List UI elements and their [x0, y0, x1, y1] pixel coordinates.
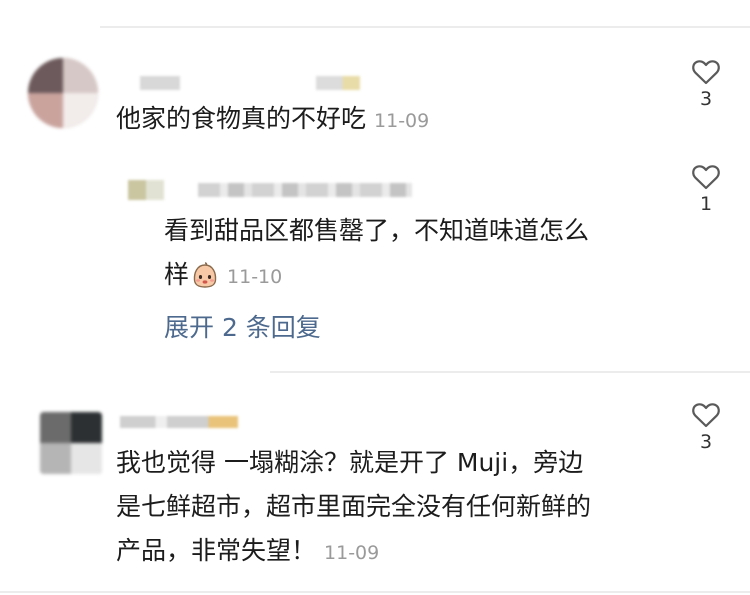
avatar[interactable] [40, 412, 102, 474]
comment-divider [270, 371, 750, 373]
username-blurred [316, 76, 360, 90]
like-count: 3 [699, 88, 713, 110]
comment-text: 他家的食物真的不好吃 11-09 [116, 97, 429, 143]
like-button[interactable]: 3 [686, 58, 726, 110]
comment-body-line3-text: 产品，非常失望！ [116, 536, 317, 565]
comment-time: 11-10 [227, 266, 283, 288]
heart-icon [692, 60, 720, 85]
comment-body-line2: 是七鲜超市，超市里面完全没有任何新鲜的 [116, 492, 592, 521]
username-blurred [198, 183, 412, 197]
like-count: 1 [699, 193, 713, 215]
like-count: 3 [699, 431, 713, 453]
username-blurred[interactable] [140, 76, 180, 90]
reply-avatar-blurred[interactable] [128, 180, 164, 200]
like-button[interactable]: 3 [686, 401, 726, 453]
comment-body: 他家的食物真的不好吃 [116, 104, 367, 133]
username-blurred[interactable] [120, 416, 238, 428]
like-button[interactable]: 1 [686, 163, 726, 215]
comment-body-line3: 产品，非常失望！ 11-09 [116, 529, 676, 575]
comment-text: 我也觉得 一塌糊涂？就是开了 Muji，旁边 是七鲜超市，超市里面完全没有任何新… [116, 441, 676, 575]
comment-time: 11-09 [374, 110, 430, 132]
bottom-divider [0, 591, 750, 593]
comment-body-line1: 看到甜品区都售罄了，不知道味道怎么 [164, 216, 590, 245]
comment-body-line2: 样 11-10 [164, 253, 684, 303]
heart-icon [692, 403, 720, 428]
comment-body-line2-text: 样 [164, 260, 190, 289]
avatar[interactable] [28, 58, 98, 128]
comment-body-line1: 我也觉得 一塌糊涂？就是开了 Muji，旁边 [116, 448, 584, 477]
top-divider [100, 26, 750, 28]
crying-face-emoji-icon [191, 259, 219, 303]
comment-time: 11-09 [324, 542, 380, 564]
heart-icon [692, 165, 720, 190]
expand-replies-link[interactable]: 展开 2 条回复 [164, 308, 321, 344]
comment-text: 看到甜品区都售罄了，不知道味道怎么 样 11-10 [164, 209, 684, 303]
